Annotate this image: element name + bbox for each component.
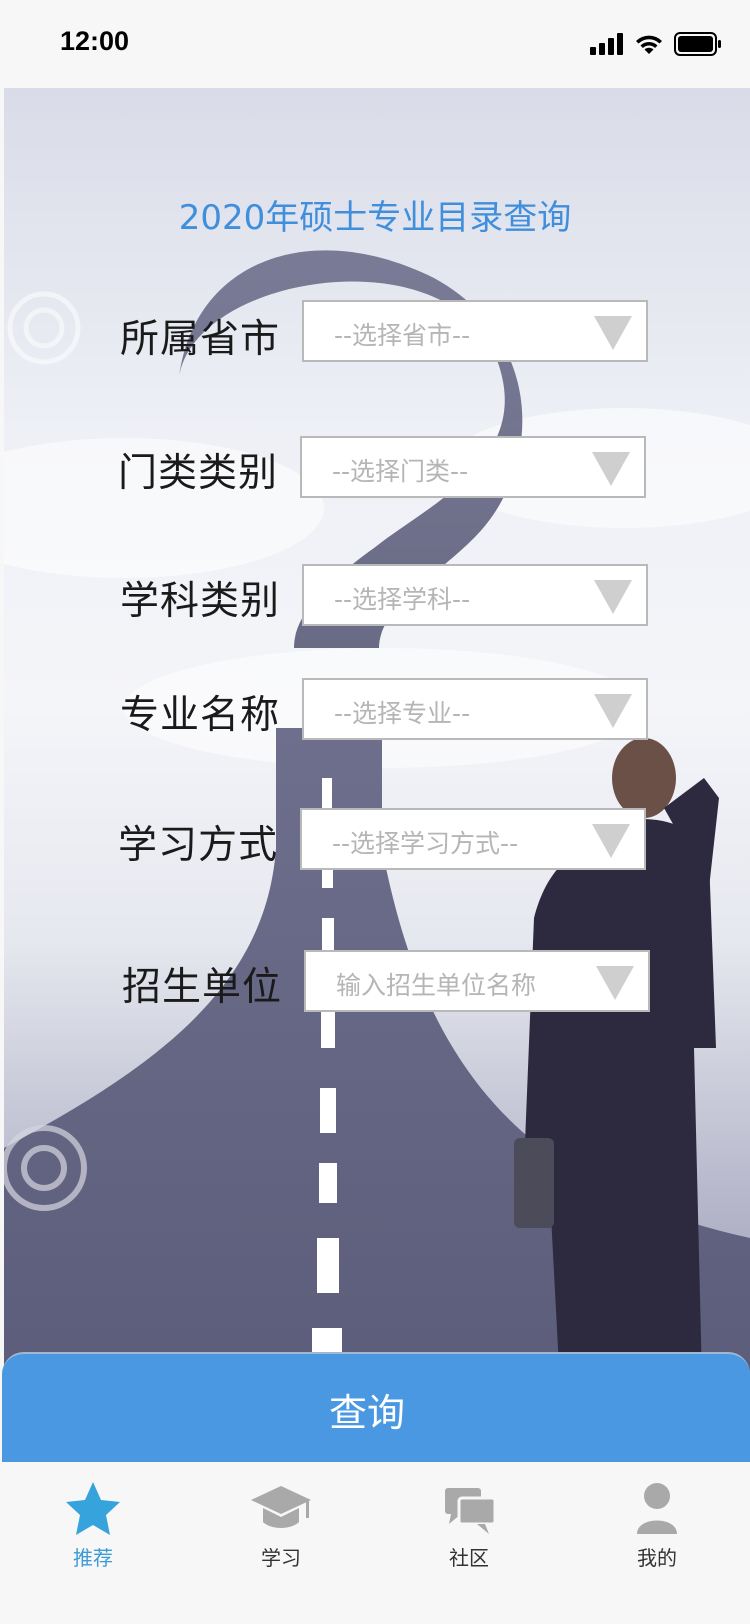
query-button-label: 查询 — [328, 1391, 405, 1435]
wifi-icon — [636, 35, 662, 54]
province-select[interactable]: --选择省市-- — [302, 300, 648, 362]
province-label: 所属省市 — [120, 317, 281, 362]
chat-bubbles-icon — [445, 1488, 497, 1534]
status-icons — [590, 30, 722, 58]
dropdown-arrow-icon — [596, 966, 634, 1000]
signal-icon — [590, 33, 623, 55]
dropdown-arrow-icon — [594, 580, 632, 614]
discipline-label: 学科类别 — [120, 579, 281, 624]
tab-bar: 推荐 学习 社区 我的 — [0, 1462, 750, 1624]
tab-mine[interactable]: 我的 — [582, 1462, 732, 1592]
tab-label: 学习 — [261, 1546, 301, 1570]
dropdown-arrow-icon — [592, 824, 630, 858]
query-button[interactable]: 查询 — [2, 1352, 750, 1464]
discipline-placeholder: --选择学科-- — [334, 585, 471, 614]
category-select[interactable]: --选择门类-- — [300, 436, 646, 498]
user-icon — [637, 1483, 677, 1534]
graduation-cap-icon — [251, 1486, 311, 1528]
status-time: 12:00 — [60, 26, 130, 56]
tab-recommend[interactable]: 推荐 — [18, 1462, 168, 1592]
battery-icon — [674, 32, 721, 56]
dropdown-arrow-icon — [594, 316, 632, 350]
hero-background-image — [4, 88, 750, 1462]
province-placeholder: --选择省市-- — [334, 321, 471, 350]
institution-input[interactable]: 输入招生单位名称 — [304, 950, 650, 1012]
category-placeholder: --选择门类-- — [332, 457, 469, 486]
tab-label: 我的 — [637, 1546, 677, 1570]
star-icon — [66, 1482, 120, 1535]
tab-study[interactable]: 学习 — [206, 1462, 356, 1592]
category-label: 门类类别 — [118, 451, 279, 496]
tab-label: 社区 — [449, 1546, 489, 1570]
major-placeholder: --选择专业-- — [334, 699, 471, 728]
form-title: 2020年硕士专业目录查询 — [178, 198, 572, 238]
tab-label: 推荐 — [73, 1546, 113, 1570]
study-mode-label: 学习方式 — [118, 823, 279, 868]
status-bar: 12:00 — [0, 0, 750, 88]
major-label: 专业名称 — [120, 693, 281, 738]
discipline-select[interactable]: --选择学科-- — [302, 564, 648, 626]
institution-label: 招生单位 — [122, 965, 283, 1010]
study-mode-placeholder: --选择学习方式-- — [332, 829, 519, 858]
tab-community[interactable]: 社区 — [394, 1462, 544, 1592]
major-select[interactable]: --选择专业-- — [302, 678, 648, 740]
study-mode-select[interactable]: --选择学习方式-- — [300, 808, 646, 870]
dropdown-arrow-icon — [592, 452, 630, 486]
dropdown-arrow-icon — [594, 694, 632, 728]
institution-placeholder: 输入招生单位名称 — [336, 971, 537, 1000]
